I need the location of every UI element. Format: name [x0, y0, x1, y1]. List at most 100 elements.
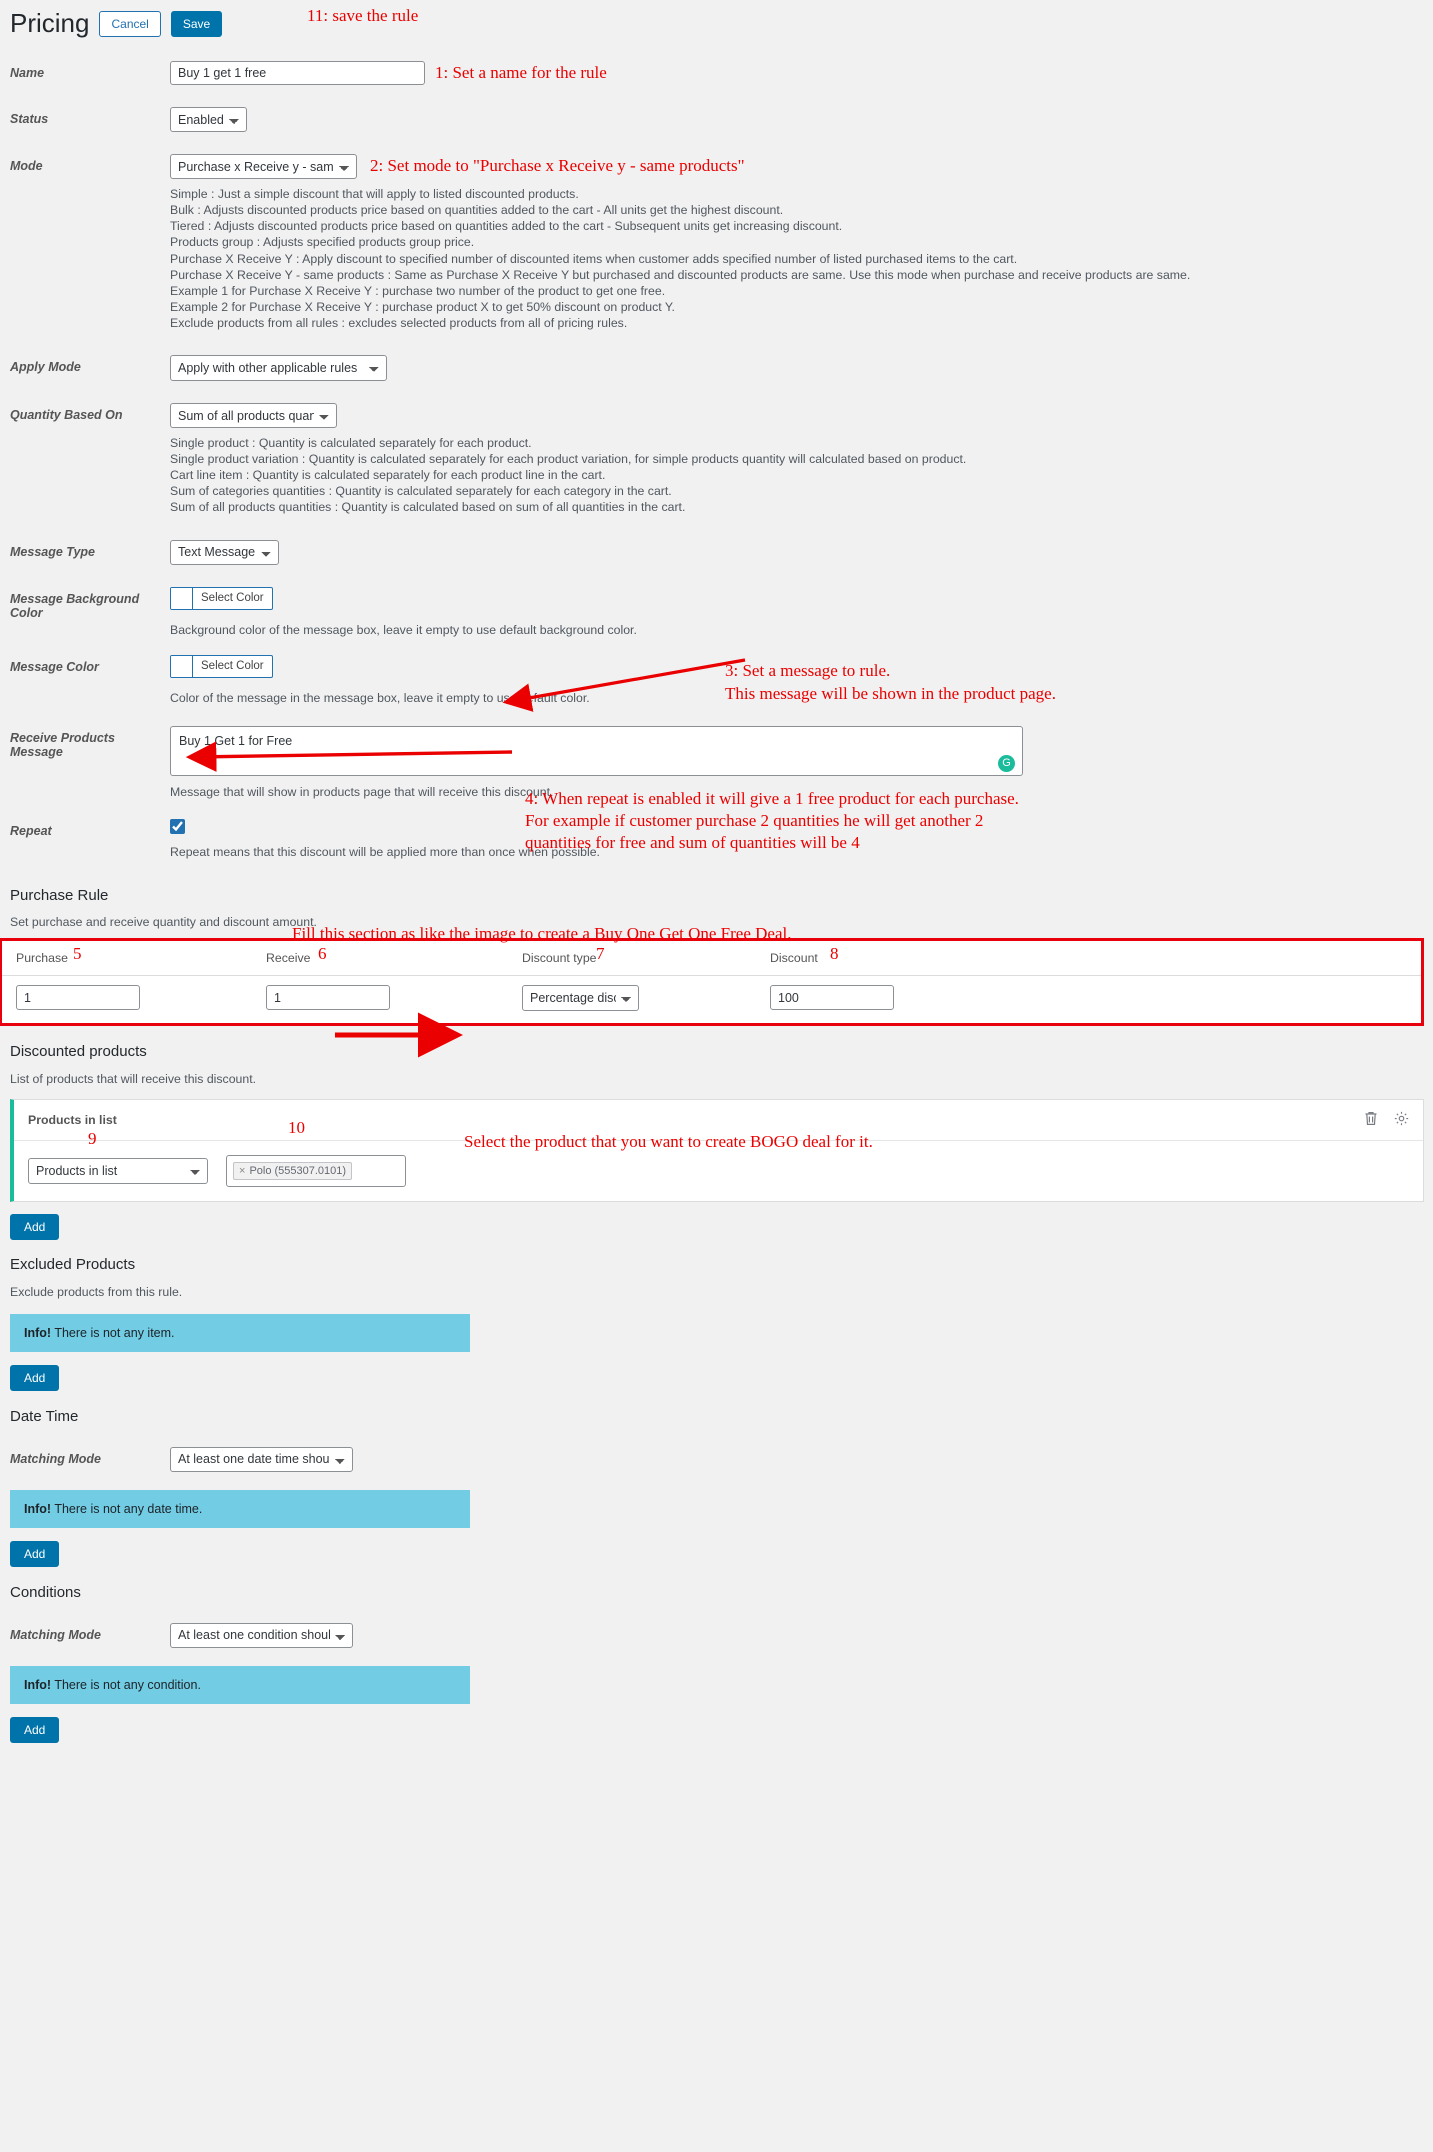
field-row-message-bg-color: Message Background Color Select Color Ba…	[0, 586, 1433, 637]
quantity-based-on-select[interactable]: Sum of all products quantities	[170, 403, 337, 429]
annotation-mode: 2: Set mode to "Purchase x Receive y - s…	[370, 156, 745, 176]
select-color-label: Select Color	[201, 660, 264, 672]
message-type-label: Message Type	[10, 544, 95, 559]
message-type-select[interactable]: Text Message	[170, 539, 279, 565]
receive-products-message-textarea[interactable]: Buy 1 Get 1 for Free	[170, 725, 1023, 776]
discounted-products-subtitle: List of products that will receive this …	[10, 1071, 257, 1086]
column-discount-type-label: Discount type	[522, 950, 597, 965]
cancel-button[interactable]: Cancel	[99, 10, 161, 37]
column-discount: Discount 8	[756, 940, 1421, 976]
repeat-label: Repeat	[10, 823, 52, 838]
discount-input[interactable]	[770, 985, 894, 1010]
qty-desc-0: Single product : Quantity is calculated …	[170, 436, 532, 451]
cell-receive	[252, 975, 508, 1023]
field-row-condition-matching-mode: Matching Mode At least one condition sho…	[0, 1622, 1433, 1648]
qty-desc-1: Single product variation : Quantity is c…	[170, 452, 967, 467]
column-purchase-label: Purchase	[16, 950, 68, 965]
mode-select[interactable]: Purchase x Receive y - same products	[170, 154, 357, 180]
field-row-repeat: Repeat Repeat means that this discount w…	[0, 789, 1433, 859]
qty-desc-4: Sum of all products quantities : Quantit…	[170, 500, 686, 515]
column-receive-label: Receive	[266, 950, 311, 965]
discount-type-select[interactable]: Percentage discount	[522, 984, 639, 1011]
annotation-repeat-line1: 4: When repeat is enabled it will give a…	[525, 788, 1019, 808]
conditions-info: Info! There is not any condition.	[10, 1665, 470, 1704]
cell-discount	[756, 975, 1421, 1023]
mode-desc-2: Tiered : Adjusts discounted products pri…	[170, 219, 843, 234]
page-title: Pricing	[10, 8, 90, 38]
color-swatch	[171, 655, 193, 677]
products-in-list-card: Products in list 9 Products in list 10 ×…	[10, 1098, 1424, 1202]
date-time-title: Date Time	[10, 1407, 79, 1425]
purchase-qty-input[interactable]	[16, 985, 140, 1010]
card-title: Products in list	[28, 1112, 117, 1127]
mode-desc-3: Products group : Adjusts specified produ…	[170, 235, 475, 250]
annotation-message-line1: 3: Set a message to rule.	[725, 660, 891, 680]
receive-products-message-label: Receive Products Message	[10, 730, 115, 759]
mode-desc-8: Exclude products from all rules : exclud…	[170, 315, 628, 330]
info-strong: Info!	[24, 1325, 52, 1340]
field-row-message-type: Message Type Text Message	[0, 539, 1433, 565]
info-strong: Info!	[24, 1677, 52, 1692]
message-bg-color-picker[interactable]: Select Color	[170, 586, 273, 610]
annotation-repeat-line3: quantities for free and sum of quantitie…	[525, 832, 860, 852]
save-button[interactable]: Save	[170, 10, 223, 37]
annotation-num-8: 8	[830, 943, 839, 963]
date-matching-mode-select[interactable]: At least one date time should match	[170, 1446, 353, 1472]
info-text: There is not any condition.	[51, 1677, 201, 1692]
column-discount-type: Discount type 7	[508, 940, 756, 976]
excluded-products-info: Info! There is not any item.	[10, 1313, 470, 1352]
name-input[interactable]	[170, 61, 425, 86]
field-row-mode: Mode Purchase x Receive y - same product…	[0, 154, 1433, 331]
annotation-name: 1: Set a name for the rule	[435, 63, 607, 83]
annotation-save: 11: save the rule	[307, 6, 419, 25]
quantity-descriptions: Single product : Quantity is calculated …	[170, 435, 1433, 515]
annotation-repeat-line2: For example if customer purchase 2 quant…	[525, 810, 984, 830]
annotation-message-line2: This message will be shown in the produc…	[725, 683, 1056, 703]
info-strong: Info!	[24, 1501, 52, 1516]
table-row: Percentage discount	[2, 975, 1421, 1023]
grammar-check-icon: G	[998, 754, 1015, 772]
gear-icon[interactable]	[1394, 1111, 1409, 1129]
annotation-num-10: 10	[288, 1117, 305, 1137]
cell-discount-type: Percentage discount	[508, 975, 756, 1023]
qty-desc-2: Cart line item : Quantity is calculated …	[170, 468, 606, 483]
field-row-quantity-based-on: Quantity Based On Sum of all products qu…	[0, 403, 1433, 515]
product-token[interactable]: × Polo (555307.0101)	[233, 1161, 353, 1180]
purchase-rule-box: Purchase 5 Receive 6 Discount type 7 Dis…	[0, 937, 1424, 1026]
info-text: There is not any item.	[51, 1325, 175, 1340]
trash-icon[interactable]	[1364, 1111, 1378, 1129]
status-select[interactable]: Enabled	[170, 107, 247, 133]
discounted-products-section: Discounted products List of products tha…	[0, 1043, 1433, 1240]
product-token-input[interactable]: × Polo (555307.0101)	[226, 1154, 406, 1187]
apply-mode-label: Apply Mode	[10, 360, 81, 375]
mode-descriptions: Simple : Just a simple discount that wil…	[170, 186, 1433, 331]
column-purchase: Purchase 5	[2, 940, 252, 976]
message-bg-color-hint: Background color of the message box, lea…	[170, 622, 637, 637]
mode-desc-1: Bulk : Adjusts discounted products price…	[170, 203, 784, 218]
condition-matching-mode-select[interactable]: At least one condition should match	[170, 1622, 353, 1648]
apply-mode-select[interactable]: Apply with other applicable rules	[170, 355, 387, 382]
status-label: Status	[10, 112, 49, 127]
add-date-time-button[interactable]: Add	[10, 1540, 60, 1567]
conditions-title: Conditions	[10, 1583, 81, 1601]
field-row-date-matching-mode: Matching Mode At least one date time sho…	[0, 1446, 1433, 1472]
color-swatch	[171, 587, 193, 609]
token-label: Polo (555307.0101)	[249, 1164, 347, 1177]
receive-qty-input[interactable]	[266, 985, 390, 1010]
purchase-rule-title: Purchase Rule	[10, 886, 109, 904]
repeat-checkbox[interactable]	[170, 818, 185, 834]
field-row-message-color: Message Color Select Color Color of the …	[0, 654, 1433, 705]
annotation-num-9: 9	[88, 1128, 97, 1148]
quantity-based-on-label: Quantity Based On	[10, 408, 123, 423]
products-list-select[interactable]: Products in list	[28, 1157, 208, 1184]
add-excluded-product-button[interactable]: Add	[10, 1364, 60, 1391]
add-discounted-product-button[interactable]: Add	[10, 1213, 60, 1240]
token-remove-icon[interactable]: ×	[239, 1165, 245, 1177]
message-color-picker[interactable]: Select Color	[170, 654, 273, 678]
mode-desc-0: Simple : Just a simple discount that wil…	[170, 187, 579, 202]
annotation-num-6: 6	[318, 943, 327, 963]
annotation-num-7: 7	[596, 943, 605, 963]
add-condition-button[interactable]: Add	[10, 1716, 60, 1743]
mode-desc-4: Purchase X Receive Y : Apply discount to…	[170, 251, 1018, 266]
column-receive: Receive 6	[252, 940, 508, 976]
